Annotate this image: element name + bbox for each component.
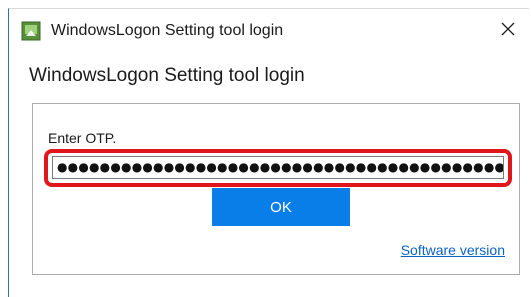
- login-panel: Enter OTP. ●●●●●●●●●●●●●●●●●●●●●●●●●●●●●…: [32, 103, 520, 275]
- software-version-link[interactable]: Software version: [401, 242, 505, 258]
- close-button[interactable]: [493, 17, 523, 45]
- otp-password-field[interactable]: ●●●●●●●●●●●●●●●●●●●●●●●●●●●●●●●●●●●●●●●●…: [52, 156, 504, 179]
- window-title: WindowsLogon Setting tool login: [51, 22, 284, 39]
- close-icon: [501, 22, 515, 41]
- otp-label: Enter OTP.: [48, 130, 117, 146]
- page-heading: WindowsLogon Setting tool login: [29, 65, 305, 86]
- login-window: WindowsLogon Setting tool login WindowsL…: [8, 8, 529, 297]
- app-icon: [21, 21, 41, 41]
- ok-button[interactable]: OK: [212, 188, 350, 226]
- title-bar[interactable]: WindowsLogon Setting tool login: [9, 9, 529, 53]
